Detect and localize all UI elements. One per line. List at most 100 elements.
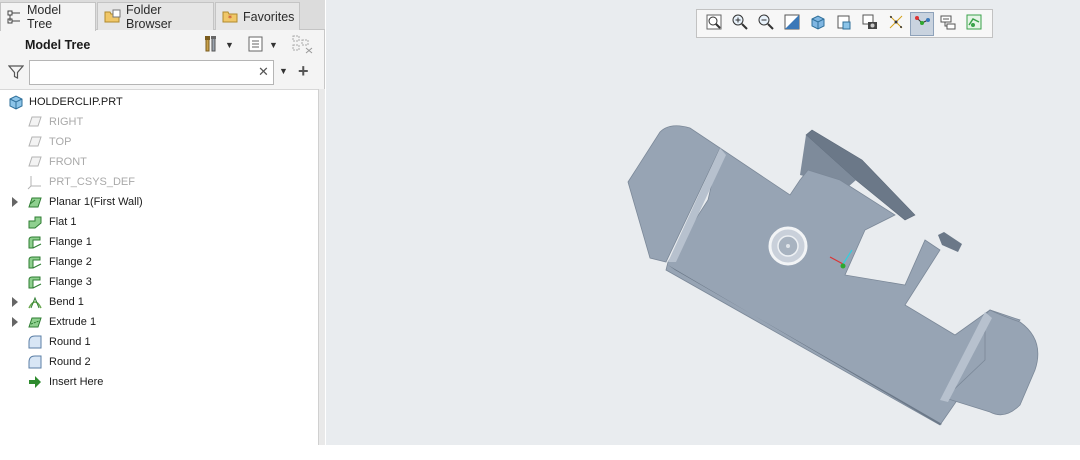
sheetmetal-display-icon: [965, 13, 983, 34]
sheetmetal-model[interactable]: [326, 0, 1080, 445]
refit-icon: [705, 13, 723, 34]
tree-item[interactable]: PRT_CSYS_DEF: [0, 172, 318, 192]
tree-item[interactable]: TOP: [0, 132, 318, 152]
tree-item-label: Flange 3: [49, 276, 92, 288]
tree-root[interactable]: HOLDERCLIP.PRT: [0, 92, 318, 112]
sheetmetal-display-button[interactable]: [962, 12, 986, 36]
tree-item-label: Flange 2: [49, 256, 92, 268]
flange-icon: [27, 274, 43, 290]
part-icon: [8, 94, 24, 110]
bend-icon: [27, 294, 43, 310]
tree-item[interactable]: Extrude 1: [0, 312, 318, 332]
flange-icon: [27, 254, 43, 270]
tree-item-label: Bend 1: [49, 296, 84, 308]
panel-splitter[interactable]: [318, 89, 325, 445]
repaint-button[interactable]: [780, 12, 804, 36]
tree-item[interactable]: Flange 1: [0, 232, 318, 252]
filter-icon[interactable]: [7, 64, 25, 83]
tree-item[interactable]: Flat 1: [0, 212, 318, 232]
tree-item-label: Round 1: [49, 336, 91, 348]
datum-plane-icon: [27, 114, 43, 130]
tab-model-tree[interactable]: Model Tree: [0, 2, 96, 31]
tab-favorites[interactable]: * Favorites: [215, 2, 300, 30]
expand-arrow-icon[interactable]: [12, 317, 18, 327]
tree-item-label: Insert Here: [49, 376, 104, 388]
tree-item[interactable]: Flange 3: [0, 272, 318, 292]
filter-row: ✕ ▼ +: [0, 59, 320, 87]
tree-item-label: FRONT: [49, 156, 87, 168]
zoom-in-button[interactable]: [728, 12, 752, 36]
tree-filter-toggle[interactable]: [292, 35, 314, 55]
tree-root-label: HOLDERCLIP.PRT: [29, 96, 123, 108]
view-toolbar: [696, 9, 993, 38]
repaint-icon: [783, 13, 801, 34]
tab-favorites-label: Favorites: [243, 9, 295, 24]
annotation-display-icon: [939, 13, 957, 34]
datum-display-icon: [887, 13, 905, 34]
flange-icon: [27, 234, 43, 250]
extrude-icon: [27, 314, 43, 330]
tree-item[interactable]: Bend 1: [0, 292, 318, 312]
csys-icon: [27, 174, 43, 190]
tree-item[interactable]: Planar 1(First Wall): [0, 192, 318, 212]
annotation-display-button[interactable]: [936, 12, 960, 36]
navigator-tab-strip: Model Tree Folder Browser * Favorites: [0, 0, 325, 31]
tree-item[interactable]: RIGHT: [0, 112, 318, 132]
favorites-icon: *: [222, 9, 238, 24]
flat-wall-icon: [27, 214, 43, 230]
tree-item[interactable]: Round 1: [0, 332, 318, 352]
display-style-icon: [809, 13, 827, 34]
panel-title: Model Tree: [25, 38, 91, 52]
chevron-down-icon[interactable]: ▼: [279, 66, 288, 76]
zoom-in-icon: [731, 13, 749, 34]
tree-item[interactable]: Insert Here: [0, 372, 318, 392]
svg-text:*: *: [228, 14, 232, 23]
tree-columns-icon: [292, 34, 314, 57]
round-icon: [27, 334, 43, 350]
view-manager-icon: [861, 13, 879, 34]
panel-header: Model Tree ▼ ▼: [0, 31, 320, 59]
model-tree: HOLDERCLIP.PRT RIGHT TOP FRONT PRT_CSYS_DEF…: [0, 89, 318, 445]
spin-center-button[interactable]: [910, 11, 934, 36]
view-manager-button[interactable]: [858, 12, 882, 36]
close-icon[interactable]: ✕: [258, 64, 269, 80]
model-tree-panel: Model Tree Folder Browser * Favorites Mo…: [0, 0, 325, 460]
insert-arrow-icon: [27, 374, 43, 390]
tab-folder-browser-label: Folder Browser: [126, 2, 172, 31]
zoom-out-icon: [757, 13, 775, 34]
search-input[interactable]: [29, 60, 274, 85]
tree-item-label: PRT_CSYS_DEF: [49, 176, 135, 188]
round-icon: [27, 354, 43, 370]
datum-display-button[interactable]: [884, 12, 908, 36]
tab-model-tree-label: Model Tree: [27, 3, 62, 31]
folder-browser-icon: [104, 9, 121, 24]
tree-item-label: Planar 1(First Wall): [49, 196, 143, 208]
tree-item-label: TOP: [49, 136, 72, 148]
display-style-button[interactable]: [806, 12, 830, 36]
refit-button[interactable]: [702, 12, 726, 36]
zoom-out-button[interactable]: [754, 12, 778, 36]
model-tree-icon: [7, 10, 22, 25]
show-menu-button[interactable]: ▼: [247, 35, 278, 55]
tree-item[interactable]: Flange 2: [0, 252, 318, 272]
tree-item[interactable]: FRONT: [0, 152, 318, 172]
spin-center-icon: [913, 13, 931, 34]
chevron-down-icon: ▼: [269, 40, 278, 50]
expand-arrow-icon[interactable]: [12, 197, 18, 207]
saved-orientations-icon: [835, 13, 853, 34]
datum-plane-icon: [27, 154, 43, 170]
add-icon[interactable]: +: [298, 61, 309, 82]
status-strip: [0, 445, 1080, 460]
tree-item-label: Extrude 1: [49, 316, 97, 328]
saved-orientations-button[interactable]: [832, 12, 856, 36]
tools-icon: [203, 35, 221, 56]
tree-item-label: Round 2: [49, 356, 91, 368]
expand-arrow-icon[interactable]: [12, 297, 18, 307]
planar-wall-icon: [27, 194, 43, 210]
list-icon: [247, 35, 265, 56]
tree-item[interactable]: Round 2: [0, 352, 318, 372]
datum-plane-icon: [27, 134, 43, 150]
tab-folder-browser[interactable]: Folder Browser: [97, 2, 214, 31]
tree-item-label: RIGHT: [49, 116, 84, 128]
settings-menu-button[interactable]: ▼: [203, 35, 234, 55]
